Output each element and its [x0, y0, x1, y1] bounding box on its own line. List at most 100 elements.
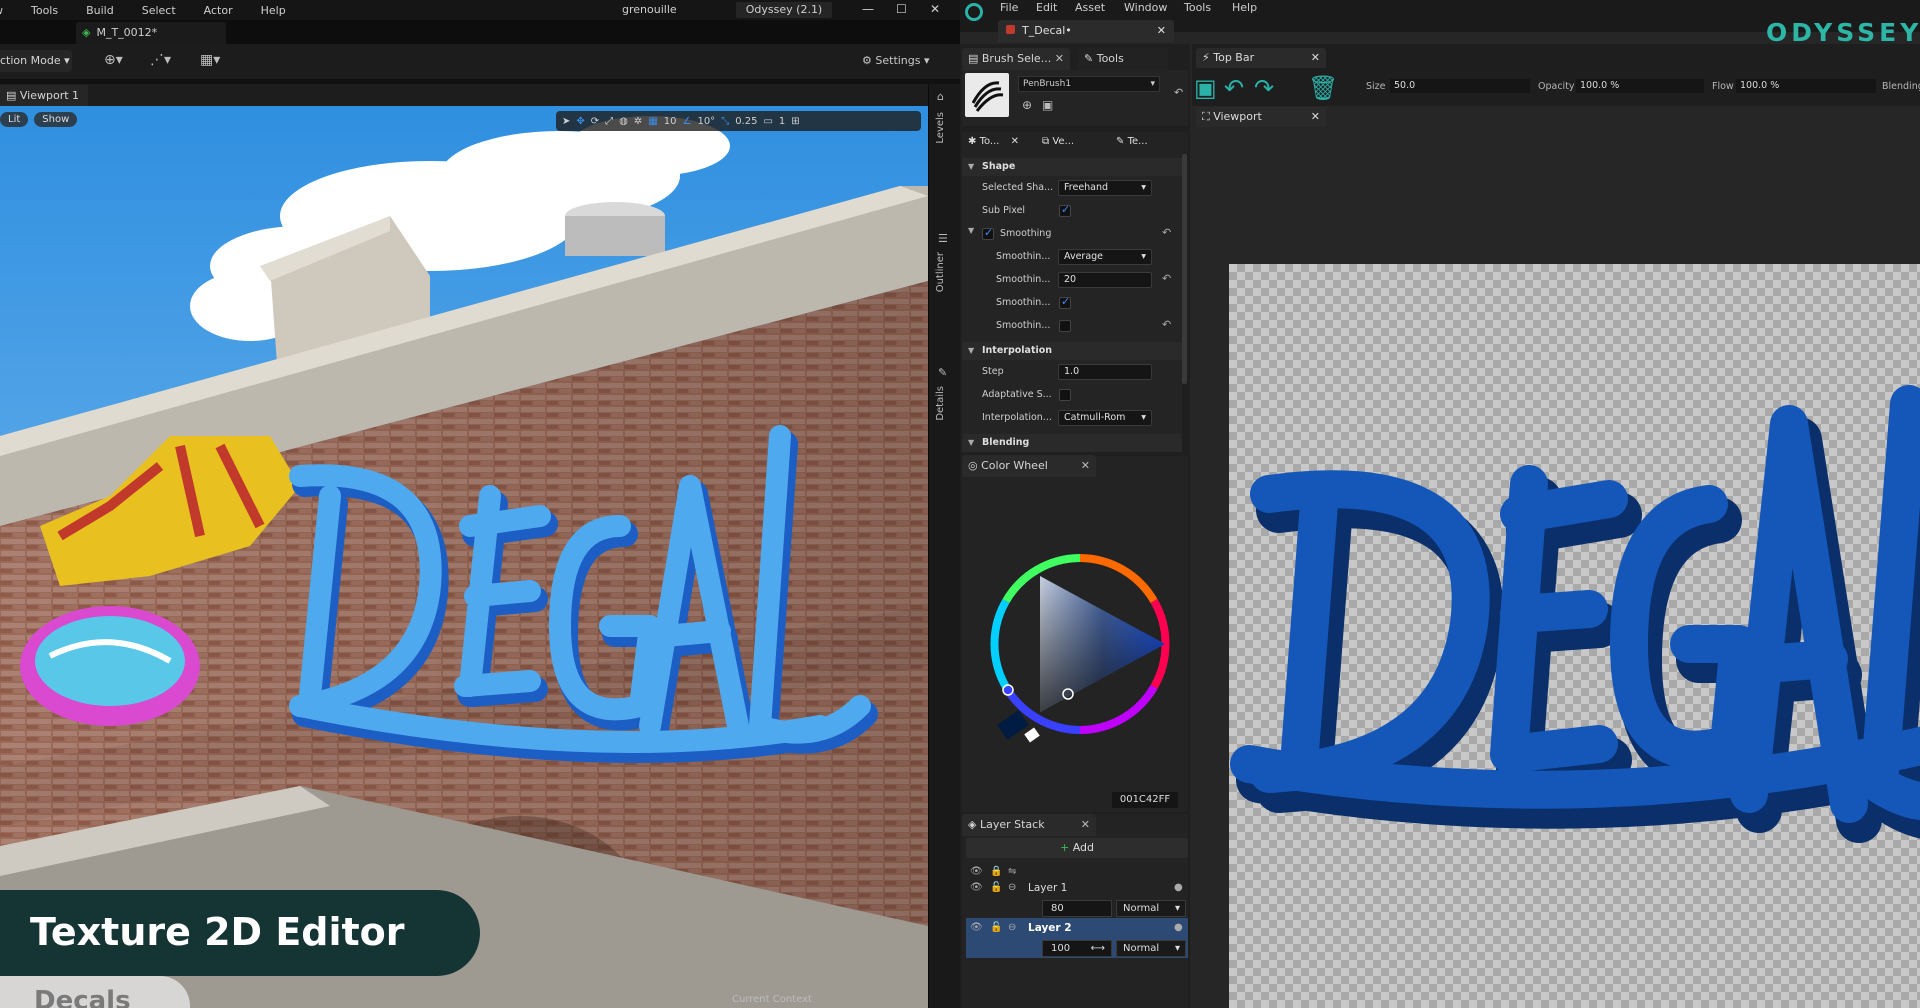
vector-tab[interactable]: ⧉ Ve... [1042, 136, 1074, 147]
selected-shape-dropdown[interactable]: Freehand ▾ [1058, 180, 1152, 196]
outliner-tab[interactable]: Outliner [935, 252, 946, 292]
smoothing-expander[interactable]: ▼ [968, 226, 974, 235]
add-brush-icon[interactable]: ⊕ [1022, 98, 1032, 112]
blueprint-icon[interactable]: ⋰▾ [150, 52, 171, 68]
layer-row[interactable]: 👁 🔓 ⊖ Layer 1 ● [966, 878, 1188, 898]
section-blending[interactable]: Blending [962, 434, 1182, 452]
ue-menu-select[interactable]: Select [128, 4, 190, 17]
color-wheel[interactable] [980, 548, 1180, 756]
properties-scrollbar[interactable] [1182, 154, 1187, 384]
layout-icon[interactable]: ⊞ [791, 116, 799, 127]
section-shape[interactable]: Shape [962, 158, 1182, 176]
close-icon[interactable]: ✕ [930, 2, 940, 16]
select-icon[interactable]: ➤ [562, 116, 570, 127]
close-tab-icon[interactable]: ✕ [1311, 48, 1320, 68]
brush-thumbnail[interactable] [965, 73, 1009, 117]
size-slider[interactable]: 50.0 [1390, 79, 1530, 93]
layer-blend-mode-dropdown[interactable]: Normal ▾ [1116, 940, 1186, 957]
levels-tab[interactable]: Levels [935, 112, 946, 144]
smoothing-amount-reset-icon[interactable]: ↶ [1162, 272, 1171, 285]
move-icon[interactable]: ✥ [576, 116, 584, 127]
asset-tab[interactable]: ◈ M_T_0012* [76, 22, 226, 44]
angle-snap-value[interactable]: 10° [697, 116, 715, 127]
ue-menu-actor[interactable]: Actor [190, 4, 247, 17]
od-menu-window[interactable]: Window [1124, 1, 1167, 14]
texture-tab[interactable]: ✎ Te... [1116, 136, 1148, 147]
od-menu-asset[interactable]: Asset [1075, 1, 1105, 14]
top-bar-tab[interactable]: ⚡ Top Bar ✕ [1196, 48, 1326, 68]
tools-tab[interactable]: ✎ Tools [1078, 48, 1168, 70]
close-tab-icon[interactable]: ✕ [1081, 455, 1090, 477]
layer-blend-mode-dropdown[interactable]: Normal ▾ [1116, 900, 1186, 917]
grid-snap-value[interactable]: 10 [664, 116, 677, 127]
minimize-icon[interactable]: — [862, 2, 874, 16]
od-menu-edit[interactable]: Edit [1036, 1, 1057, 14]
undo-icon[interactable]: ↶ [1224, 74, 1244, 102]
mode-dropdown[interactable]: ction Mode ▾ [0, 50, 72, 72]
opacity-slider[interactable]: 100.0 % [1576, 79, 1704, 93]
viewport-tab[interactable]: ▤ Viewport 1 [0, 85, 88, 106]
close-tab-icon[interactable]: ✕ [1081, 814, 1090, 836]
od-menu-help[interactable]: Help [1232, 1, 1257, 14]
details-tab[interactable]: Details [935, 386, 946, 421]
close-tab-icon[interactable]: ✕ [1157, 20, 1166, 42]
close-tab-icon[interactable]: ✕ [1311, 107, 1320, 127]
document-tab[interactable]: T_Decal• ✕ [998, 20, 1174, 42]
mask-icon[interactable]: ⊖ [1008, 918, 1016, 938]
tool-settings-tab[interactable]: ✱ To... ✕ [968, 136, 1019, 147]
smoothing-reset-icon[interactable]: ↶ [1162, 226, 1171, 239]
eye-icon[interactable]: 👁 [970, 918, 983, 938]
sub-pixel-checkbox[interactable] [1059, 203, 1071, 217]
scale-icon[interactable]: ⤢ [605, 116, 613, 127]
smoothing-checkbox[interactable] [982, 226, 994, 240]
scale-snap-icon[interactable]: ⤡ [721, 116, 729, 127]
camera-speed-icon[interactable]: ▭ [763, 116, 772, 127]
smoothing-option-d-reset-icon[interactable]: ↶ [1162, 318, 1171, 331]
color-hex-field[interactable]: 001C42FF [1112, 792, 1178, 808]
rotate-icon[interactable]: ⟳ [591, 116, 599, 127]
lock-icon[interactable]: 🔓 [990, 878, 1002, 898]
layer-name[interactable]: Layer 1 [1028, 878, 1067, 898]
add-actor-icon[interactable]: ⊕▾ [104, 52, 123, 68]
add-layer-button[interactable]: + Add [966, 838, 1188, 858]
section-interpolation[interactable]: Interpolation [962, 342, 1182, 360]
show-button[interactable]: Show [34, 112, 78, 127]
odyssey-viewport-tab[interactable]: ⛶ Viewport ✕ [1196, 107, 1326, 127]
interpolation-dropdown[interactable]: Catmull-Rom ▾ [1058, 410, 1152, 426]
od-menu-tools[interactable]: Tools [1184, 1, 1211, 14]
viewport-scene[interactable] [0, 106, 928, 1008]
grid-snap-icon[interactable]: ▦ [648, 116, 657, 127]
surface-snap-icon[interactable]: ✲ [634, 116, 642, 127]
flow-slider[interactable]: 100.0 % [1736, 79, 1876, 93]
ue-menu-build[interactable]: Build [72, 4, 128, 17]
layer-opacity-field[interactable]: 80 [1042, 900, 1112, 917]
layer-opacity-field[interactable]: 100 ⟷ [1042, 940, 1112, 957]
folder-icon[interactable]: ▣ [1042, 98, 1053, 112]
adaptive-step-checkbox[interactable] [1059, 389, 1071, 401]
lock-icon[interactable]: 🔓 [990, 918, 1002, 938]
ue-menu-help[interactable]: Help [247, 4, 300, 17]
redo-icon[interactable]: ↷ [1254, 74, 1274, 102]
settings-button[interactable]: ⚙ Settings ▾ [862, 54, 930, 67]
world-icon[interactable]: ◍ [619, 116, 628, 127]
brush-dropdown[interactable]: PenBrush1 ▾ [1018, 76, 1160, 92]
lit-button[interactable]: Lit [0, 112, 29, 127]
reset-icon[interactable]: ↶ [1174, 86, 1183, 99]
smoothing-mode-dropdown[interactable]: Average ▾ [1058, 249, 1152, 265]
camera-speed-value[interactable]: 1 [779, 116, 785, 127]
color-wheel-tab[interactable]: ◎ Color Wheel ✕ [962, 455, 1096, 477]
cinematics-icon[interactable]: ▦▾ [200, 52, 220, 68]
ue-menu-window[interactable]: w [0, 4, 17, 17]
maximize-icon[interactable]: ☐ [896, 2, 907, 16]
angle-snap-icon[interactable]: ∠ [682, 116, 691, 127]
step-field[interactable]: 1.0 [1058, 364, 1152, 380]
smoothing-amount-field[interactable]: 20 [1058, 272, 1152, 288]
layer-stack-tab[interactable]: ◈ Layer Stack ✕ [962, 814, 1096, 836]
ue-menu-tools[interactable]: Tools [17, 4, 72, 17]
close-tab-icon[interactable]: ✕ [1055, 48, 1064, 70]
trash-icon[interactable]: 🗑 [1308, 74, 1338, 102]
smoothing-option-c-checkbox[interactable] [1059, 295, 1071, 309]
brush-selector-tab[interactable]: ▤ Brush Sele... ✕ [962, 48, 1070, 70]
scale-snap-value[interactable]: 0.25 [735, 116, 757, 127]
eye-icon[interactable]: 👁 [970, 878, 983, 898]
